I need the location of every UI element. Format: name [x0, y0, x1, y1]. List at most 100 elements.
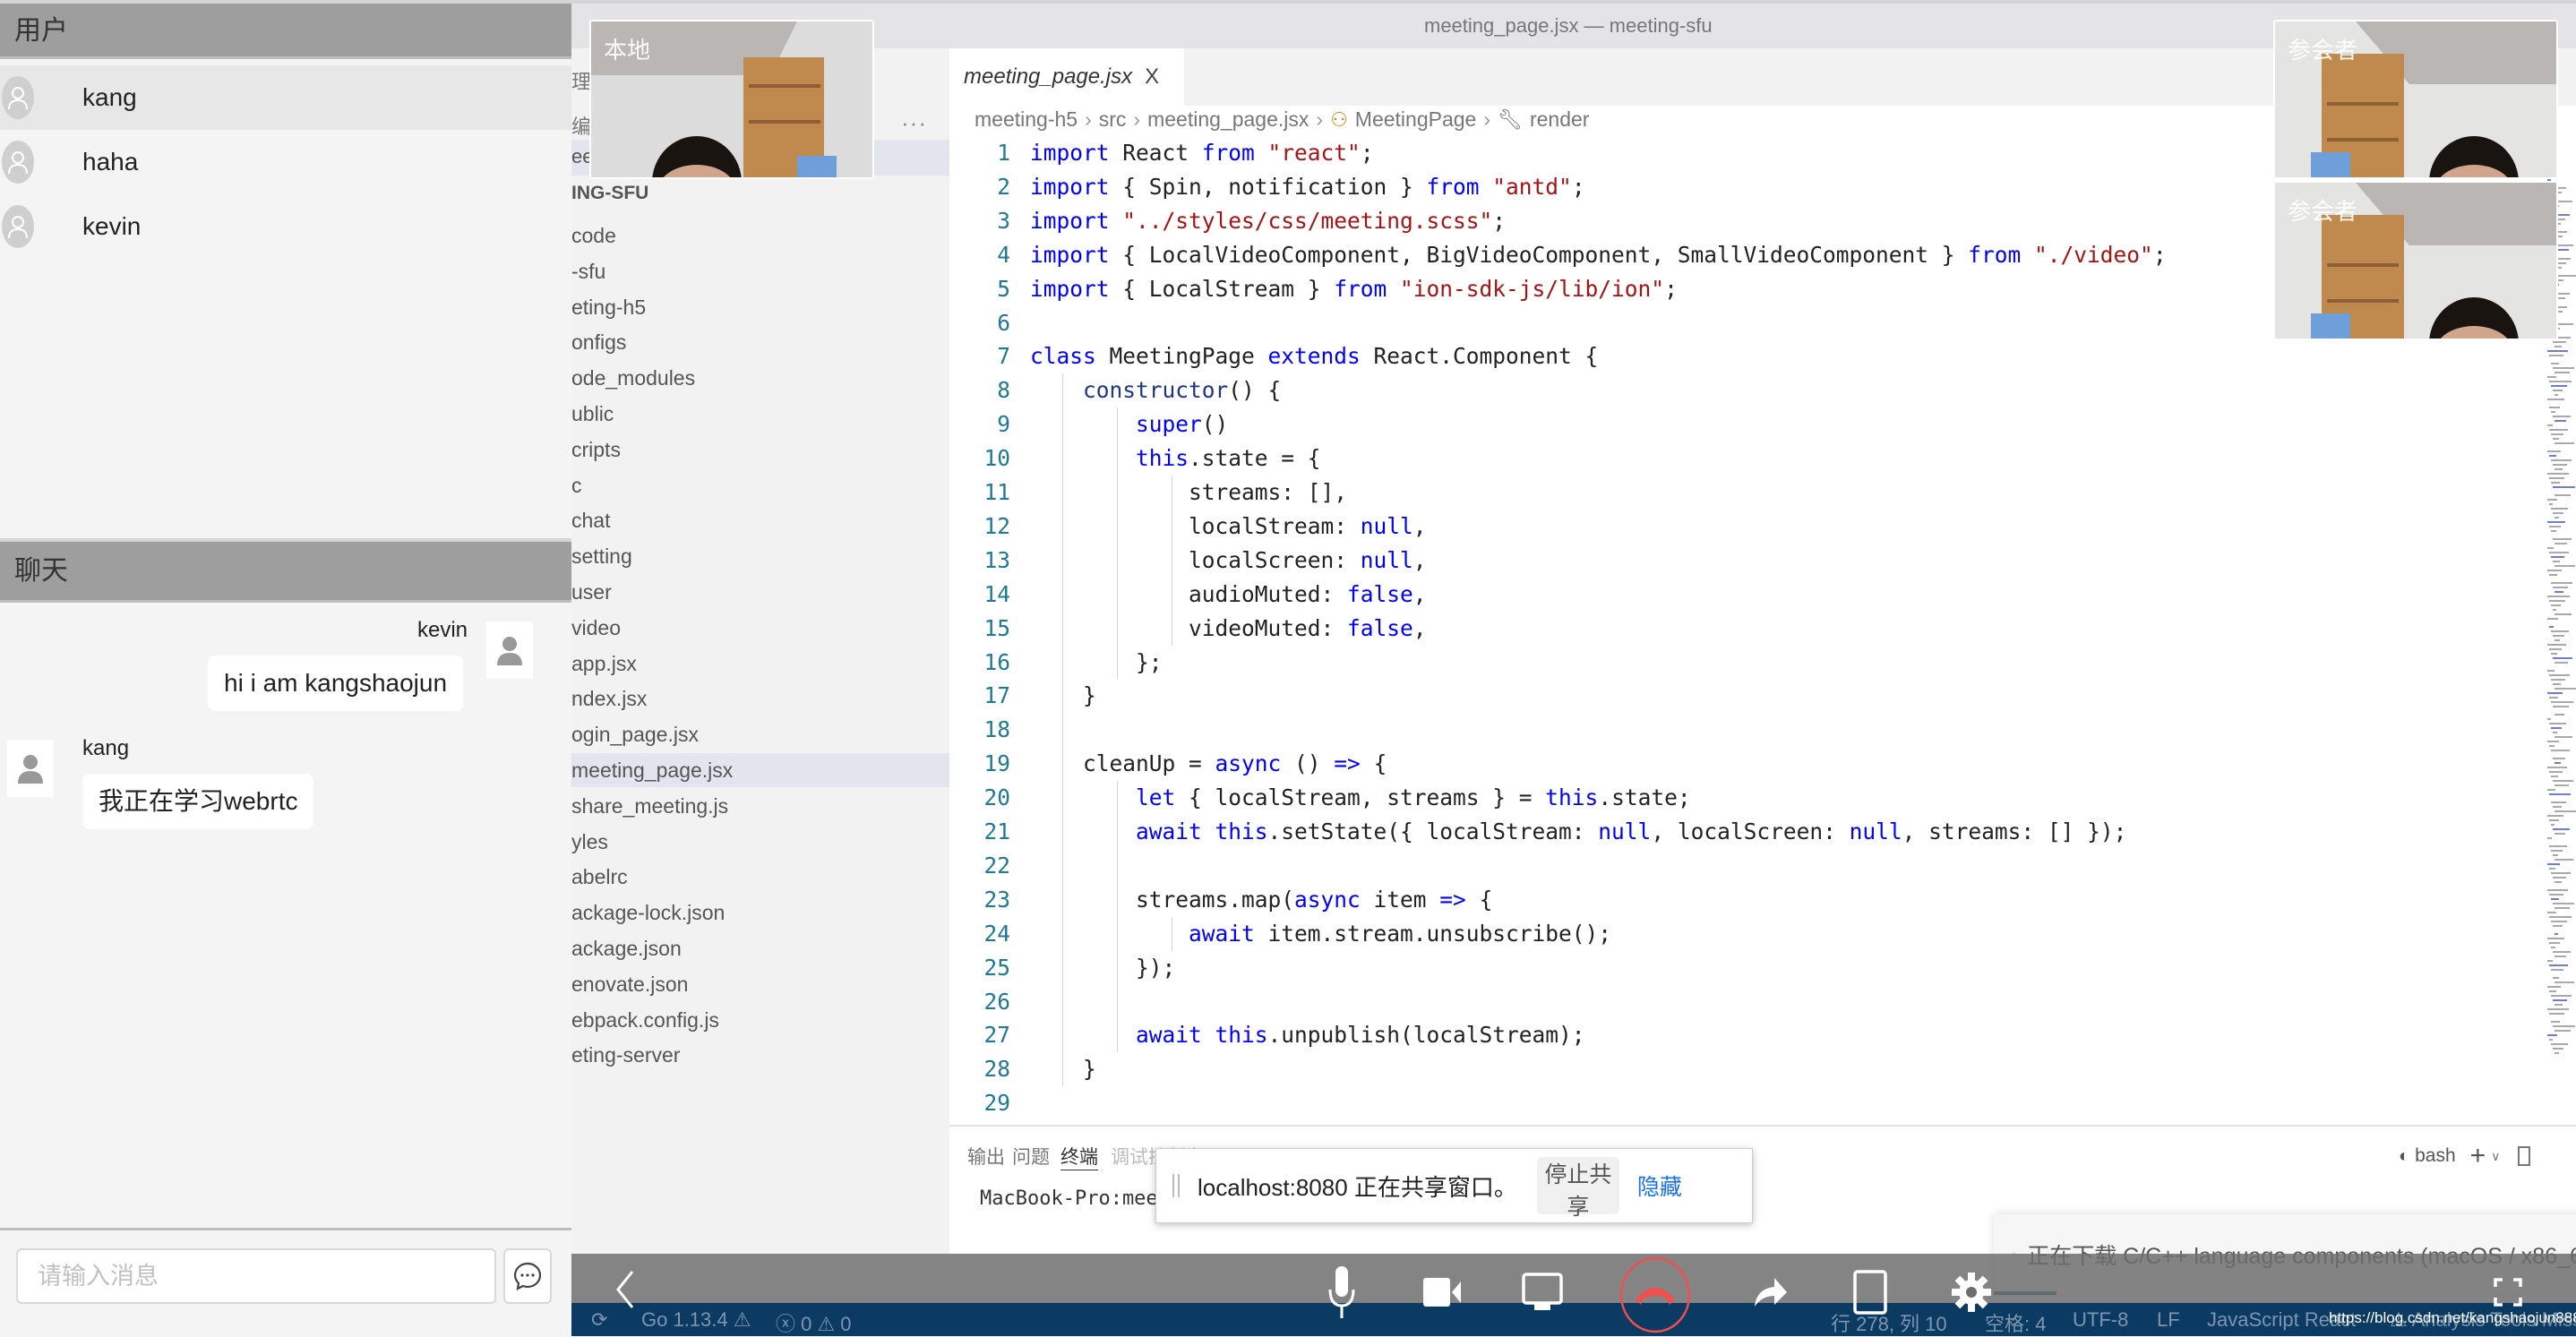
line-number: 19 — [949, 747, 1010, 781]
status-cursor-position[interactable]: 行 278, 列 10 — [1831, 1308, 1947, 1337]
layout-button[interactable] — [1852, 1263, 1888, 1322]
explorer-item[interactable]: app.jsx — [571, 647, 637, 681]
explorer-item[interactable]: ublic — [571, 397, 614, 431]
user-list-item[interactable]: haha — [0, 130, 571, 194]
remote-video[interactable]: 参会者 — [2273, 20, 2558, 179]
minimap-line — [2555, 981, 2574, 983]
minimap-line — [2553, 538, 2572, 540]
minimap-line — [2551, 679, 2565, 681]
sync-icon[interactable]: ⟳ — [591, 1308, 607, 1332]
breadcrumb-item[interactable]: render — [1530, 107, 1589, 132]
minimap-line — [2547, 473, 2569, 475]
remote-video[interactable]: 参会者 — [2273, 181, 2558, 340]
minimap-line — [2555, 1004, 2563, 1006]
explorer-item[interactable]: yles — [571, 825, 608, 859]
minimap-line — [2551, 556, 2564, 558]
explorer-item[interactable]: ode_modules — [571, 361, 695, 395]
explorer-item[interactable]: c — [571, 468, 582, 502]
line-number: 20 — [949, 781, 1010, 815]
line-number: 7 — [949, 339, 1010, 373]
minimap-line — [2547, 837, 2552, 839]
explorer-item[interactable]: ackage-lock.json — [571, 896, 725, 930]
minimap-line — [2547, 741, 2559, 742]
explorer-item[interactable]: ackage.json — [571, 931, 682, 965]
minimap-line — [2551, 995, 2572, 997]
share-button[interactable] — [1752, 1263, 1790, 1322]
local-video[interactable]: 本地 — [589, 20, 874, 179]
breadcrumb-item[interactable]: meeting-h5 — [975, 107, 1078, 132]
minimap-line — [2549, 745, 2555, 747]
more-actions-button[interactable]: ··· — [901, 109, 927, 137]
screen-share-button[interactable] — [1521, 1263, 1564, 1322]
camera-button[interactable] — [1422, 1263, 1462, 1322]
status-encoding[interactable]: UTF-8 — [2073, 1308, 2128, 1332]
code-text: import "../styles/css/meeting.scss"; — [1030, 204, 1506, 238]
window-title: meeting_page.jsx — meeting-sfu — [1424, 14, 1713, 38]
line-number: 18 — [949, 713, 1010, 747]
stop-sharing-button[interactable]: 停止共享 — [1537, 1157, 1619, 1214]
explorer-item[interactable]: eting-h5 — [571, 290, 646, 324]
status-go-version[interactable]: Go 1.13.4 ⚠ — [641, 1308, 751, 1332]
code-text: super() — [1030, 407, 1228, 441]
breadcrumb-item[interactable]: src — [1099, 107, 1127, 132]
minimap-line — [2547, 960, 2553, 962]
explorer-item[interactable]: enovate.json — [571, 967, 688, 1001]
code-text: localStream: null, — [1030, 510, 1427, 544]
add-terminal-icon[interactable]: + — [2470, 1141, 2486, 1171]
explorer-item[interactable]: abelrc — [571, 860, 628, 894]
line-number: 28 — [949, 1052, 1010, 1086]
chevron-right-icon: › — [1133, 107, 1140, 132]
explorer-item[interactable]: ndex.jsx — [571, 681, 647, 716]
indent-guide — [1117, 781, 1118, 1052]
minimap-line — [2551, 630, 2569, 632]
drag-handle[interactable] — [1172, 1174, 1180, 1197]
explorer-root-folder[interactable]: ING-SFU — [571, 183, 648, 204]
users-header: 用户 — [0, 0, 571, 59]
panel-tab-terminal[interactable]: 终端 — [1060, 1143, 1098, 1170]
breadcrumb-item[interactable]: MeetingPage — [1355, 107, 1477, 132]
explorer-item[interactable]: code — [571, 219, 616, 253]
status-indentation[interactable]: 空格: 4 — [1985, 1308, 2046, 1337]
explorer-item[interactable]: eting-server — [571, 1038, 680, 1072]
minimap-line — [2555, 591, 2563, 593]
hang-up-button[interactable] — [1619, 1256, 1691, 1333]
explorer-item[interactable]: user — [571, 575, 612, 609]
explorer-item[interactable]: cripts — [571, 433, 621, 467]
close-icon[interactable]: X — [1145, 64, 1159, 90]
explorer-item[interactable]: setting — [571, 539, 632, 573]
line-number: 10 — [949, 441, 1010, 476]
microphone-button[interactable] — [1324, 1263, 1360, 1322]
split-terminal-icon[interactable] — [2518, 1146, 2530, 1166]
minimap-line — [2549, 793, 2571, 795]
user-list-item[interactable]: kevin — [0, 194, 571, 259]
minimap-line — [2549, 771, 2563, 773]
hide-notice-link[interactable]: 隐藏 — [1637, 1170, 1682, 1202]
user-list-item[interactable]: kang — [0, 65, 571, 130]
explorer-item[interactable]: chat — [571, 503, 610, 537]
send-button[interactable] — [503, 1248, 552, 1304]
back-button[interactable] — [609, 1263, 641, 1316]
explorer-item[interactable]: video — [571, 611, 621, 645]
explorer-item[interactable]: ogin_page.jsx — [571, 717, 699, 751]
minimap-line — [2551, 459, 2572, 461]
status-problems[interactable]: ⓧ 0 ⚠ 0 — [776, 1308, 852, 1337]
tab-meeting-page[interactable]: meeting_page.jsx X — [949, 48, 1184, 106]
breadcrumb-item[interactable]: meeting_page.jsx — [1147, 107, 1309, 132]
status-eol[interactable]: LF — [2157, 1308, 2180, 1332]
message-input[interactable] — [16, 1248, 496, 1304]
line-number: 4 — [949, 238, 1010, 272]
explorer-item[interactable]: onfigs — [571, 325, 626, 359]
minimap-line — [2553, 464, 2567, 466]
explorer-item[interactable]: share_meeting.js — [571, 789, 728, 823]
explorer-item[interactable]: -sfu — [571, 254, 605, 288]
panel-tab-problems[interactable]: 问题 — [1012, 1143, 1050, 1170]
chevron-right-icon: › — [1316, 107, 1323, 132]
settings-button[interactable] — [1951, 1263, 1992, 1322]
terminal-selector[interactable]: ◐ bash + ∨ — [2399, 1141, 2530, 1171]
explorer-item[interactable]: ebpack.config.js — [571, 1003, 719, 1037]
chevron-down-icon[interactable]: ∨ — [2491, 1149, 2500, 1164]
user-name: kevin — [82, 212, 141, 241]
panel-tab-output[interactable]: 输出 — [967, 1143, 1005, 1170]
explorer-item[interactable]: meeting_page.jsx — [571, 753, 949, 787]
minimap-line — [2553, 512, 2563, 514]
